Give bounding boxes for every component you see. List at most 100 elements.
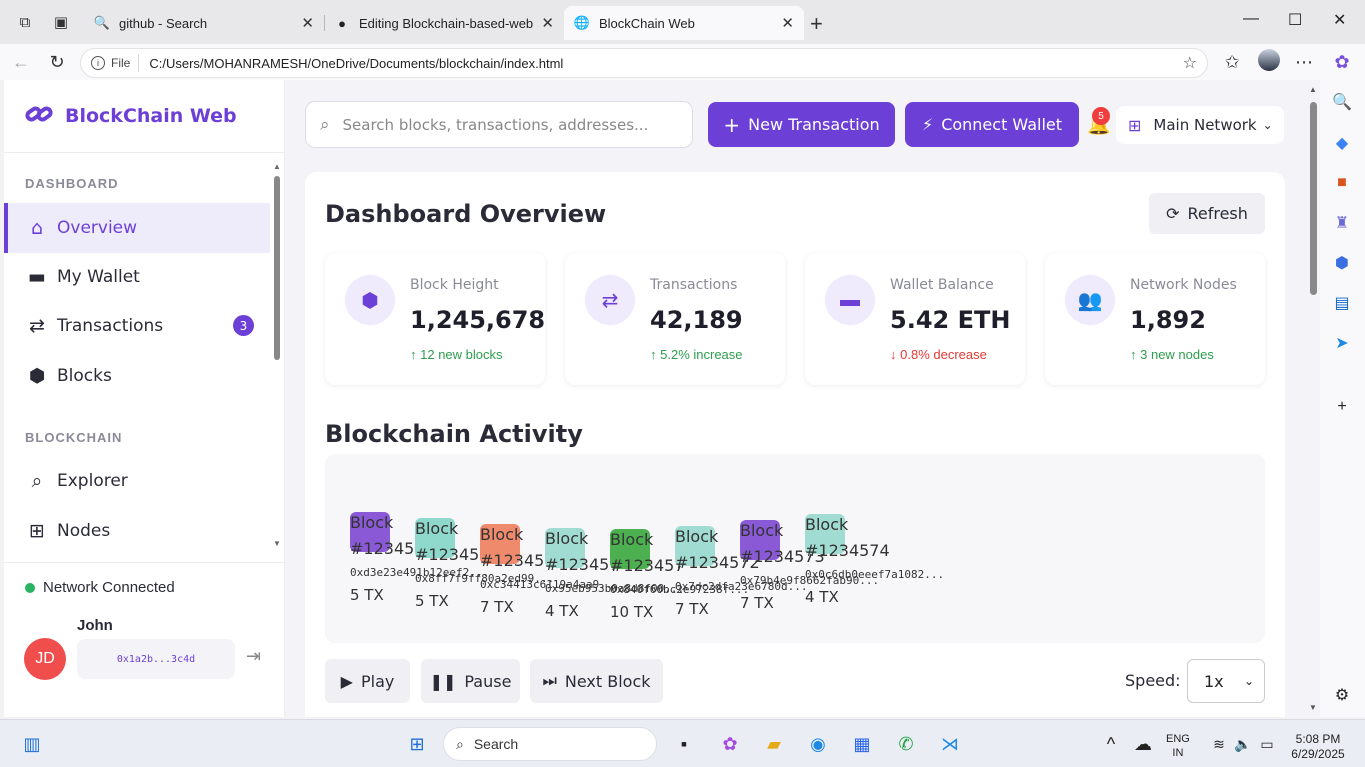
- send-icon[interactable]: ➤: [1332, 333, 1352, 353]
- network-label: Main Network: [1153, 116, 1257, 134]
- more-icon[interactable]: ⋯: [1293, 51, 1315, 73]
- battery-icon[interactable]: ▭: [1254, 732, 1280, 756]
- new-tab-button[interactable]: +: [810, 11, 823, 37]
- shopping-tag-icon[interactable]: ◆: [1332, 133, 1352, 153]
- task-view-icon[interactable]: ▪: [671, 732, 697, 756]
- copilot-icon[interactable]: ✿: [1331, 51, 1353, 73]
- sidebar-item-overview[interactable]: ⌂ Overview: [4, 203, 270, 253]
- scroll-down-icon[interactable]: ▼: [1309, 703, 1317, 712]
- avatar[interactable]: JD: [24, 638, 66, 680]
- vscode-icon[interactable]: ⋊: [937, 732, 963, 756]
- pause-button[interactable]: ❚❚ Pause: [421, 659, 520, 703]
- reload-icon[interactable]: ↻: [46, 51, 68, 73]
- status-dot-icon: [25, 582, 35, 593]
- chevron-up-icon[interactable]: ^: [1098, 732, 1124, 756]
- speed-select[interactable]: 1x ⌄: [1187, 659, 1265, 703]
- scroll-thumb[interactable]: [1310, 102, 1317, 295]
- tools-icon[interactable]: ■: [1332, 173, 1352, 193]
- tab-editing-repo[interactable]: ● Editing Blockchain-based-web-ap ✕: [324, 6, 564, 40]
- profile-avatar[interactable]: [1258, 49, 1280, 71]
- copilot-icon[interactable]: ✿: [717, 732, 743, 756]
- play-button[interactable]: ▶ Play: [325, 659, 410, 703]
- lang-primary: ENG: [1166, 733, 1190, 745]
- scroll-up-icon[interactable]: ▲: [1309, 85, 1317, 94]
- scroll-down-icon[interactable]: ▼: [273, 539, 281, 548]
- favorite-star-icon[interactable]: ☆: [1183, 53, 1197, 73]
- sidebar-item-transactions[interactable]: ⇄ Transactions 3: [4, 301, 270, 351]
- search-input[interactable]: [342, 115, 663, 134]
- scroll-thumb[interactable]: [274, 176, 280, 360]
- wifi-icon[interactable]: ≋: [1206, 732, 1232, 756]
- stat-label: Transactions: [650, 277, 738, 293]
- block-tx-count: 4 TX: [545, 602, 579, 620]
- block-label: Block #123457: [545, 529, 620, 574]
- edge-icon[interactable]: ◉: [805, 732, 831, 756]
- tab-blockchain-web[interactable]: 🌐 BlockChain Web ✕: [564, 6, 804, 40]
- microsoft365-icon[interactable]: ⬢: [1332, 253, 1352, 273]
- button-label: Connect Wallet: [941, 115, 1063, 134]
- url-text[interactable]: C:/Users/MOHANRAMESH/OneDrive/Documents/…: [139, 56, 563, 71]
- section-title-dashboard: DASHBOARD: [25, 176, 119, 191]
- refresh-button[interactable]: ⟳ Refresh: [1149, 193, 1265, 234]
- dashboard-panel: Dashboard Overview ⟳ Refresh ⬢ Block Hei…: [305, 172, 1285, 717]
- block-label: Block #1234573: [740, 521, 825, 566]
- cloud-icon[interactable]: ☁: [1130, 732, 1156, 756]
- search-bar[interactable]: ⌕: [305, 101, 693, 148]
- sidebar-item-my-wallet[interactable]: ▬ My Wallet: [4, 252, 270, 302]
- stat-card-block-height: ⬢ Block Height 1,245,678 ↑ 12 new blocks: [325, 253, 545, 385]
- volume-icon[interactable]: 🔈: [1230, 732, 1256, 756]
- file-explorer-icon[interactable]: ▰: [761, 732, 787, 756]
- close-window-icon[interactable]: ✕: [1333, 10, 1346, 30]
- wallet-icon: ▬: [825, 275, 875, 325]
- close-tab-icon[interactable]: ✕: [541, 14, 554, 32]
- clock-time: 5:08 PM: [1295, 732, 1341, 746]
- scroll-up-icon[interactable]: ▲: [273, 162, 281, 171]
- close-tab-icon[interactable]: ✕: [301, 14, 314, 32]
- brand-title: BlockChain Web: [65, 105, 237, 127]
- connect-wallet-button[interactable]: ⚡ Connect Wallet: [905, 102, 1079, 147]
- site-info[interactable]: i File: [81, 54, 140, 72]
- windows-taskbar: ▥ ⊞ ⌕ Search ▪ ✿ ▰ ◉ ▦ ✆ ⋊ ^ ☁ ENG IN ≋ …: [0, 719, 1365, 767]
- widgets-icon[interactable]: ▥: [19, 732, 45, 756]
- search-icon: ⌕: [31, 470, 43, 492]
- outlook-icon[interactable]: ▤: [1332, 293, 1352, 313]
- stat-label: Network Nodes: [1130, 277, 1237, 293]
- settings-icon[interactable]: ⚙: [1332, 685, 1352, 705]
- tab-actions-icon[interactable]: ▣: [51, 12, 71, 32]
- logout-icon[interactable]: ⇥: [246, 646, 261, 667]
- clock[interactable]: 5:08 PM 6/29/2025: [1288, 732, 1348, 762]
- block-label: Block #1234574: [805, 515, 890, 560]
- language-indicator[interactable]: ENG IN: [1166, 732, 1190, 760]
- globe-icon: 🌐: [573, 15, 591, 30]
- search-icon[interactable]: 🔍: [1332, 92, 1352, 112]
- sidebar-scrollbar[interactable]: ▲ ▼: [273, 162, 281, 548]
- user-address[interactable]: 0x1a2b...3c4d: [77, 639, 235, 679]
- new-transaction-button[interactable]: + New Transaction: [708, 102, 895, 147]
- stat-label: Block Height: [410, 277, 499, 293]
- store-icon[interactable]: ▦: [849, 732, 875, 756]
- sidebar-item-explorer[interactable]: ⌕ Explorer: [4, 456, 270, 506]
- search-icon: ⌕: [320, 114, 330, 134]
- workspaces-icon[interactable]: ⧉: [15, 12, 35, 32]
- lang-secondary: IN: [1172, 747, 1184, 759]
- favorites-icon[interactable]: ✩: [1221, 51, 1243, 73]
- address-bar[interactable]: i File C:/Users/MOHANRAMESH/OneDrive/Doc…: [80, 48, 1208, 78]
- whatsapp-icon[interactable]: ✆: [893, 732, 919, 756]
- main-scrollbar[interactable]: ▲ ▼: [1308, 85, 1318, 712]
- taskbar-search[interactable]: ⌕ Search: [443, 727, 657, 761]
- tab-github-search[interactable]: 🔍 github - Search ✕: [84, 6, 324, 40]
- add-icon[interactable]: +: [1332, 397, 1352, 417]
- back-icon[interactable]: ←: [10, 51, 32, 73]
- maximize-icon[interactable]: ☐: [1288, 10, 1302, 30]
- minimize-icon[interactable]: —: [1243, 10, 1259, 28]
- stat-change: ↑ 3 new nodes: [1130, 347, 1214, 362]
- start-icon[interactable]: ⊞: [404, 732, 430, 756]
- games-icon[interactable]: ♜: [1332, 213, 1352, 233]
- brand[interactable]: BlockChain Web: [23, 102, 237, 130]
- sidebar-item-blocks[interactable]: ⬢ Blocks: [4, 351, 270, 401]
- network-selector[interactable]: ⊞ Main Network ⌄: [1116, 106, 1284, 144]
- next-block-button[interactable]: ⏭ Next Block: [530, 659, 663, 703]
- close-tab-icon[interactable]: ✕: [781, 14, 794, 32]
- sidebar-item-nodes[interactable]: ⊞ Nodes: [4, 506, 270, 556]
- stat-card-wallet-balance: ▬ Wallet Balance 5.42 ETH ↓ 0.8% decreas…: [805, 253, 1025, 385]
